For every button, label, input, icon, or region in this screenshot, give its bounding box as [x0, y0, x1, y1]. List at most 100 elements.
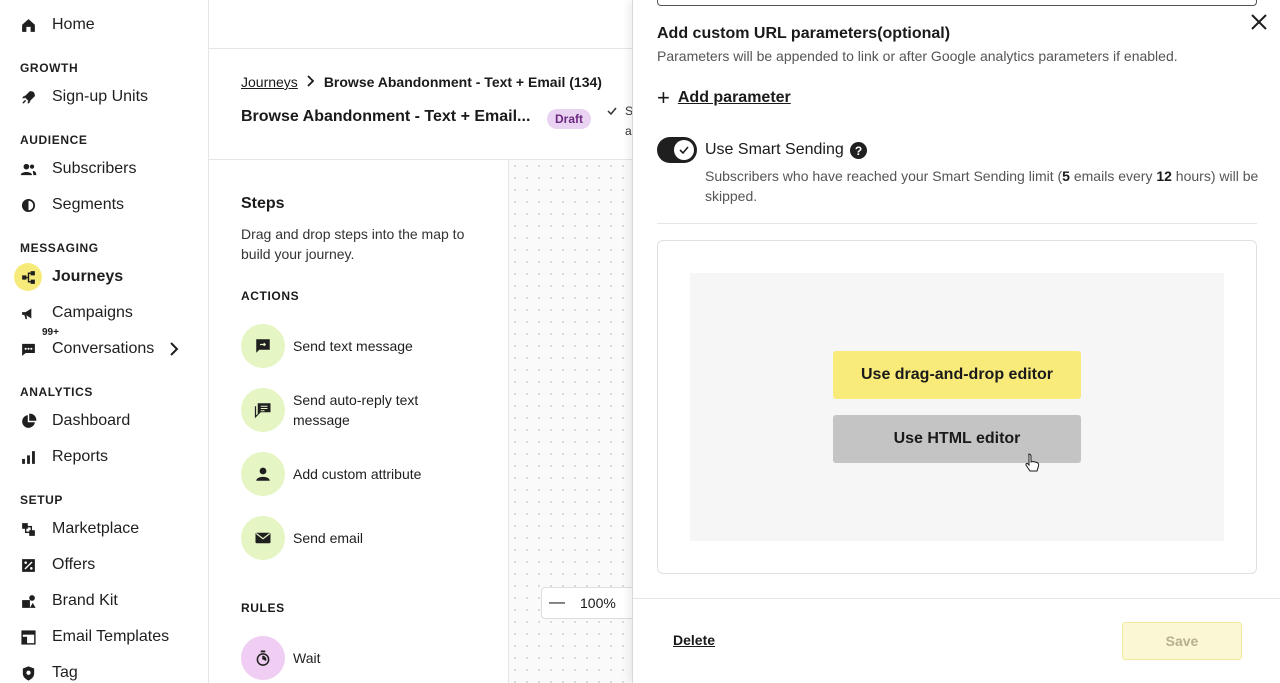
sidebar-item-label: Sign-up Units: [52, 88, 149, 105]
section-heading-messaging: MESSAGING: [20, 241, 99, 255]
section-heading-growth: GROWTH: [20, 61, 79, 75]
sidebar-item-marketplace[interactable]: Marketplace: [20, 515, 139, 543]
add-parameter-button[interactable]: + Add parameter: [657, 85, 791, 110]
people-icon: [14, 155, 42, 183]
sidebar-item-reports[interactable]: Reports: [20, 443, 108, 471]
url-params-heading: Add custom URL parameters(optional): [657, 25, 951, 42]
steps-title: Steps: [241, 195, 285, 212]
help-icon[interactable]: ?: [850, 142, 867, 159]
sidebar-item-label: Dashboard: [52, 412, 131, 429]
sidebar-item-conversations[interactable]: 99+ Conversations: [20, 327, 180, 363]
sidebar-item-label: Marketplace: [52, 520, 140, 537]
sidebar-item-label: Email Templates: [52, 628, 170, 645]
pointer-cursor-icon: [1024, 453, 1040, 473]
sidebar-item-email-templates[interactable]: Email Templates: [20, 623, 169, 651]
breadcrumb: Journeys Browse Abandonment - Text + Ema…: [241, 74, 602, 90]
step-send-email[interactable]: Send email: [241, 516, 443, 560]
step-wait[interactable]: Wait: [241, 636, 443, 680]
step-label: Send auto-reply text message: [293, 392, 419, 428]
drag-and-drop-editor-button[interactable]: Use drag-and-drop editor: [833, 351, 1081, 399]
step-label: Send email: [293, 530, 364, 546]
marketplace-icon: [14, 515, 42, 543]
tag-icon: [14, 659, 42, 683]
sidebar-item-segments[interactable]: Segments: [20, 191, 124, 219]
save-button[interactable]: Save: [1122, 622, 1242, 660]
conversations-badge: 99+: [40, 327, 61, 338]
step-label: Send text message: [293, 338, 413, 354]
step-send-auto-reply[interactable]: Send auto-reply text message: [241, 388, 443, 432]
chevron-right-icon: [307, 74, 315, 90]
brand-kit-icon: [14, 587, 42, 615]
status-badge: Draft: [547, 109, 592, 129]
top-bar: [209, 0, 633, 49]
sidebar-item-label: Home: [52, 16, 95, 33]
step-add-custom-attribute[interactable]: Add custom attribute: [241, 452, 443, 496]
chat-icon: [14, 335, 42, 363]
sidebar-item-label: Conversations: [52, 340, 155, 357]
home-icon: [14, 11, 42, 39]
breadcrumb-journeys-link[interactable]: Journeys: [241, 74, 298, 90]
zoom-control: — 100%: [541, 587, 641, 619]
sidebar-item-label: Reports: [52, 448, 109, 465]
step-label: Wait: [293, 650, 321, 666]
auto-reply-icon: [241, 388, 285, 432]
rocket-icon: [14, 83, 42, 111]
message-settings-drawer: Add custom URL parameters(optional) Para…: [632, 0, 1280, 683]
email-icon: [241, 516, 285, 560]
sidebar-item-offers[interactable]: Offers: [20, 551, 95, 579]
plus-icon: +: [657, 85, 670, 110]
smart-sending-toggle[interactable]: [657, 137, 697, 163]
actions-heading: ACTIONS: [241, 289, 300, 303]
journey-canvas[interactable]: — 100%: [509, 160, 641, 683]
check-icon: [674, 140, 694, 160]
smart-sending-description: Subscribers who have reached your Smart …: [705, 168, 1259, 204]
section-heading-audience: AUDIENCE: [20, 133, 88, 147]
step-send-text-message[interactable]: Send text message: [241, 324, 443, 368]
url-params-description: Parameters will be appended to link or a…: [657, 48, 1178, 64]
section-heading-setup: SETUP: [20, 493, 64, 507]
check-icon: [607, 106, 617, 116]
sidebar-item-label: Subscribers: [52, 160, 137, 177]
sidebar-item-subscribers[interactable]: Subscribers: [20, 155, 136, 183]
html-editor-button[interactable]: Use HTML editor: [833, 415, 1081, 463]
journeys-icon: [14, 263, 42, 291]
editor-choice-area: Use drag-and-drop editor Use HTML editor: [690, 273, 1224, 541]
sidebar-item-label: Campaigns: [52, 304, 133, 321]
sidebar-item-brand-kit[interactable]: Brand Kit: [20, 587, 118, 615]
editor-choice-card: Use drag-and-drop editor Use HTML editor: [657, 240, 1257, 574]
bar-chart-icon: [14, 443, 42, 471]
save-status-text-2: a: [625, 124, 632, 138]
breadcrumb-current: Browse Abandonment - Text + Email (134): [323, 74, 602, 90]
sidebar-item-label: Brand Kit: [52, 592, 118, 609]
chevron-right-icon[interactable]: [168, 342, 180, 356]
stopwatch-icon: [241, 636, 285, 680]
segment-icon: [14, 191, 42, 219]
save-status: S a: [607, 101, 633, 141]
sidebar-item-journeys[interactable]: Journeys: [14, 263, 124, 291]
journey-header: Journeys Browse Abandonment - Text + Ema…: [209, 49, 633, 160]
sidebar-item-campaigns[interactable]: Campaigns: [20, 299, 133, 327]
sidebar-item-signup-units[interactable]: Sign-up Units: [20, 83, 148, 111]
person-icon: [241, 452, 285, 496]
rules-heading: RULES: [241, 601, 285, 615]
sidebar-item-label: Offers: [52, 556, 96, 573]
divider: [657, 223, 1257, 224]
percent-icon: [14, 551, 42, 579]
sidebar-item-label: Journeys: [52, 268, 124, 285]
previous-input-field[interactable]: [657, 0, 1257, 6]
sidebar-item-home[interactable]: Home: [20, 11, 95, 39]
sidebar-item-dashboard[interactable]: Dashboard: [20, 407, 130, 435]
section-heading-analytics: ANALYTICS: [20, 385, 93, 399]
megaphone-icon: [14, 299, 42, 327]
sidebar-item-tag[interactable]: Tag: [20, 659, 78, 683]
sidebar-item-label: Tag: [52, 664, 78, 681]
delete-button[interactable]: Delete: [673, 632, 715, 648]
sidebar-item-label: Segments: [52, 196, 125, 213]
zoom-level: 100%: [580, 595, 616, 611]
message-icon: [241, 324, 285, 368]
pie-chart-icon: [14, 407, 42, 435]
page-title[interactable]: Browse Abandonment - Text + Email...: [241, 108, 530, 126]
template-icon: [14, 623, 42, 651]
close-icon[interactable]: [1249, 12, 1269, 32]
zoom-out-button[interactable]: —: [542, 594, 572, 612]
